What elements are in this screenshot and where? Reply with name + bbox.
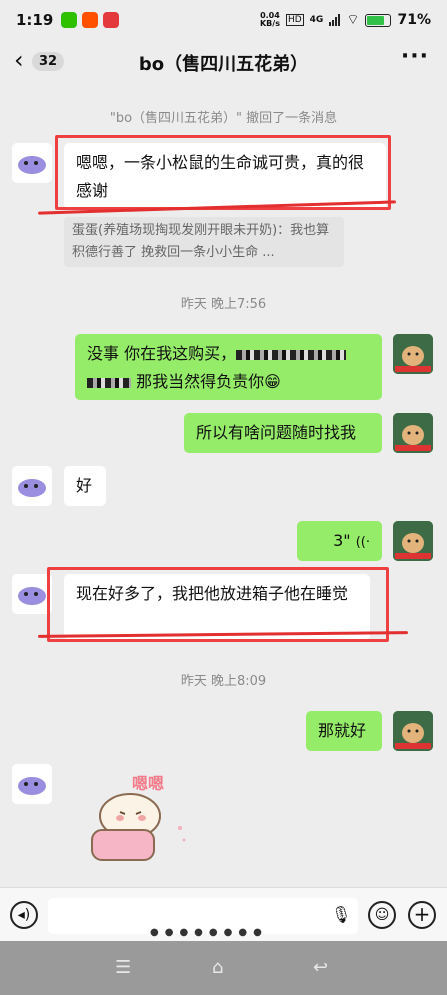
message-text-start: 没事 你在我这购买， [87, 344, 237, 363]
sticker-text: 嗯嗯 [132, 774, 165, 793]
my-avatar[interactable] [393, 521, 433, 561]
contact-avatar[interactable] [12, 764, 52, 804]
contact-avatar[interactable] [12, 143, 52, 183]
quoted-message[interactable]: 蛋蛋(养殖场现掏现发刚开眼未开奶)：我也算积德行善了 挽救回一条小小生命 ... [64, 217, 344, 267]
my-avatar-image [393, 334, 433, 374]
message-text-end: 那我当然得负责你😁 [136, 372, 281, 391]
redacted-text [87, 377, 131, 388]
battery-icon [365, 13, 392, 27]
network-type: 4G [309, 15, 324, 25]
contact-avatar-image [18, 777, 46, 795]
chat-header: ‹ 32 bo（售四川五花弟） ··· [0, 40, 447, 82]
more-options-icon[interactable]: ··· [401, 44, 429, 69]
wifi-icon: ⌔ [346, 12, 360, 28]
signal-icon [329, 14, 341, 26]
my-avatar[interactable] [393, 413, 433, 453]
my-avatar-image [393, 413, 433, 453]
taobao-icon [82, 12, 99, 28]
status-bar: 1:19 0.04 KB/s HD 4G ⌔ 71% [0, 0, 447, 40]
recall-notice: "bo（售四川五花弟）" 撤回了一条消息 [109, 111, 338, 126]
timestamp: 昨天 晚上7:56 [180, 297, 267, 312]
timestamp: 昨天 晚上8:09 [180, 674, 267, 689]
system-nav-bar: ☰ ⌂ ↩ [0, 941, 447, 995]
my-avatar-image [393, 521, 433, 561]
highlight-box [55, 135, 391, 210]
emoji-icon[interactable]: ☺ [368, 901, 396, 929]
shopping-app-icon [103, 12, 120, 28]
message-bubble[interactable]: 所以有啥问题随时找我 [184, 413, 382, 453]
contact-avatar[interactable] [12, 466, 52, 506]
hd-icon: HD [285, 14, 304, 26]
highlight-box [47, 567, 389, 642]
page-indicator: ●●●●●●●● [150, 927, 268, 938]
contact-avatar-image [18, 156, 46, 174]
voice-duration: 3" [333, 531, 351, 550]
message-bubble[interactable]: 那就好 [306, 711, 382, 751]
voice-wave-icon: ((· [355, 535, 370, 550]
menu-icon[interactable]: ☰ [115, 957, 131, 978]
contact-avatar-image [18, 587, 46, 605]
voice-input-icon[interactable]: ◂) [10, 901, 38, 929]
my-avatar[interactable] [393, 334, 433, 374]
my-avatar[interactable] [393, 711, 433, 751]
network-speed: 0.04 KB/s [259, 11, 280, 28]
sticker-message[interactable]: 嗯嗯 [84, 768, 194, 878]
wechat-icon [61, 12, 78, 28]
contact-avatar[interactable] [12, 574, 52, 614]
back-icon[interactable]: ↩ [313, 957, 328, 978]
voice-message[interactable]: 3" ((· [297, 521, 382, 561]
message-bubble[interactable]: 好 [64, 466, 106, 506]
battery-level: 71% [397, 12, 431, 28]
my-avatar-image [393, 711, 433, 751]
chat-title: bo（售四川五花弟） [138, 54, 309, 75]
status-time: 1:19 [16, 11, 54, 29]
plus-icon[interactable]: + [408, 901, 436, 929]
message-bubble[interactable]: 没事 你在我这购买， 那我当然得负责你😁 [75, 334, 382, 400]
microphone-icon[interactable]: 🎙 [331, 905, 351, 924]
contact-avatar-image [18, 479, 46, 497]
home-icon[interactable]: ⌂ [212, 957, 223, 978]
redacted-text [236, 349, 347, 360]
input-bar: ◂) 🎙 ☺ + ●●●●●●●● [0, 887, 447, 941]
